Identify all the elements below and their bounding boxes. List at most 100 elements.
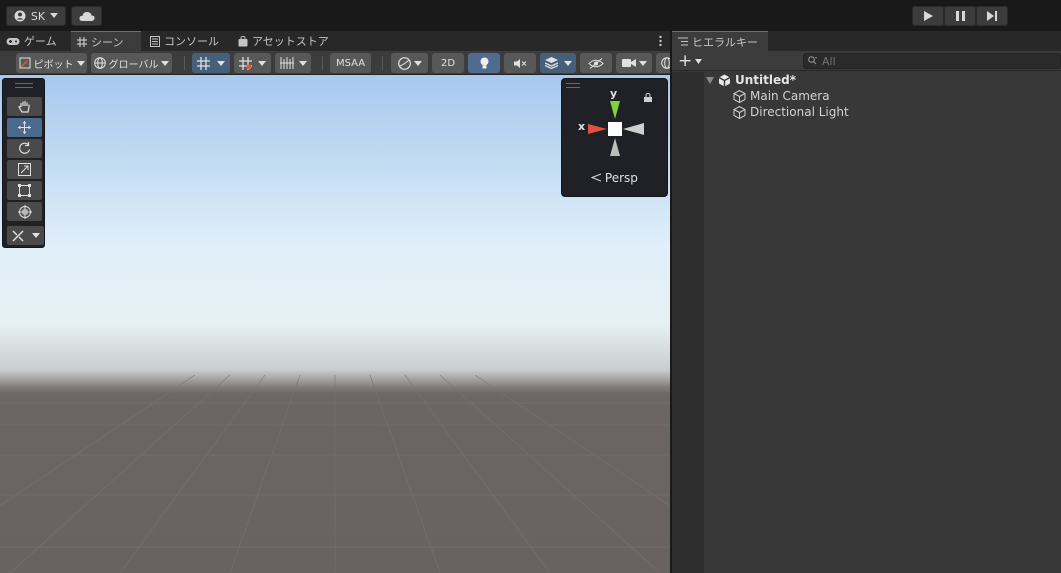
chevron-down-icon (161, 60, 170, 66)
tab-label: シーン (91, 35, 124, 49)
draw-mode-dropdown[interactable] (391, 53, 428, 73)
chevron-down-icon (563, 60, 572, 66)
increment-snap-dropdown[interactable] (234, 53, 271, 73)
ruler-grid-icon (279, 57, 294, 69)
pivot-label: ピボット (33, 59, 74, 71)
list-icon (678, 37, 688, 46)
console-icon (150, 35, 160, 47)
global-label: グローバル (108, 59, 159, 71)
center-cube (608, 122, 622, 136)
mode-2d-label: 2D (440, 57, 456, 69)
snap-grid-icon (239, 56, 252, 70)
play-button[interactable] (912, 6, 944, 26)
cloud-button[interactable] (71, 6, 102, 26)
move-arrows-icon (18, 121, 31, 134)
perspective-icon (590, 173, 602, 182)
camera-settings-dropdown[interactable] (616, 53, 652, 73)
separator (184, 56, 185, 70)
tab-game[interactable]: ゲーム (0, 31, 63, 51)
hierarchy-item-label: Directional Light (750, 105, 849, 119)
gizmos-toggle[interactable] (656, 53, 670, 73)
transform-tool-button[interactable] (7, 202, 42, 221)
globe-icon (93, 57, 106, 69)
separator (382, 56, 383, 70)
hierarchy-gutter (672, 72, 704, 573)
hierarchy-toolbar: + (672, 51, 1061, 71)
rect-tool-button[interactable] (7, 181, 42, 200)
scene-tab-bar: ゲーム シーン コンソール アセットストア (0, 31, 670, 51)
tab-asset-store[interactable]: アセットストア (232, 31, 335, 51)
chevron-down-icon (413, 60, 422, 66)
tab-scene[interactable]: シーン (71, 31, 141, 51)
camera-icon (621, 59, 636, 67)
grid-snap-icon (197, 56, 210, 70)
chevron-down-icon (76, 60, 85, 66)
unity-editor-window: SK ゲーム シーン コンソール アセットストア ピボット グローバル MSAA… (0, 0, 1061, 573)
user-icon (14, 10, 26, 22)
rotate-icon (19, 142, 31, 154)
mode-2d-toggle[interactable]: 2D (432, 53, 464, 73)
hierarchy-item-label: Main Camera (750, 89, 830, 103)
lighting-toggle[interactable] (468, 53, 500, 73)
msaa-label: MSAA (335, 57, 366, 69)
rotate-tool-button[interactable] (7, 139, 42, 158)
projection-toggle[interactable]: Persp (562, 171, 667, 185)
scene-root-row[interactable]: Untitled* (706, 72, 796, 88)
scene-view-toolbar: ピボット グローバル MSAA 2D (0, 51, 670, 75)
tab-label: コンソール (164, 35, 219, 48)
pivot-dropdown[interactable]: ピボット (16, 53, 87, 73)
eye-hidden-icon (588, 57, 604, 69)
chevron-down-icon (298, 60, 307, 66)
gameobject-cube-icon (733, 89, 746, 103)
hierarchy-search-input[interactable] (803, 53, 1061, 69)
drag-handle[interactable] (15, 83, 33, 88)
search-icon (808, 56, 817, 65)
global-dropdown[interactable]: グローバル (91, 53, 172, 73)
add-object-dropdown[interactable]: + (678, 52, 703, 70)
tab-label: アセットストア (252, 35, 329, 48)
audio-toggle[interactable] (504, 53, 536, 73)
more-options-icon[interactable] (659, 34, 662, 48)
expand-arrow-icon[interactable] (706, 76, 714, 84)
globe-icon (661, 57, 670, 69)
z-axis-cone (623, 123, 644, 135)
chevron-down-icon (638, 60, 647, 66)
play-icon (923, 11, 933, 21)
scale-icon (18, 163, 31, 176)
hierarchy-item[interactable]: Directional Light (733, 104, 849, 120)
cloud-icon (78, 11, 95, 21)
orientation-gizmo[interactable]: y x Persp (561, 78, 668, 197)
step-button[interactable] (976, 6, 1008, 26)
chevron-down-icon (217, 60, 225, 66)
speaker-muted-icon (513, 58, 526, 68)
hierarchy-panel: + Untitled* Main Camera Directional Ligh… (672, 51, 1061, 573)
pivot-icon (19, 57, 30, 69)
chevron-down-icon (32, 233, 40, 238)
bag-icon (238, 35, 248, 46)
grid-visibility-dropdown[interactable] (275, 53, 311, 73)
unity-scene-icon (718, 74, 731, 86)
wrench-cross-icon (12, 229, 24, 242)
tab-hierarchy[interactable]: ヒエラルキー (672, 31, 768, 51)
effects-dropdown[interactable] (540, 53, 576, 73)
custom-tool-dropdown[interactable] (7, 226, 44, 245)
transform-icon (17, 204, 32, 219)
move-tool-button[interactable] (7, 118, 42, 137)
tab-console[interactable]: コンソール (144, 31, 225, 51)
y-axis-cone (610, 101, 620, 119)
tab-label: ヒエラルキー (692, 35, 758, 49)
neg-y-axis-cone (610, 138, 620, 156)
scale-tool-button[interactable] (7, 160, 42, 179)
axis-cones (588, 101, 644, 156)
tab-label: ゲーム (24, 35, 57, 48)
hand-tool-button[interactable] (7, 97, 42, 116)
grid-snap-toggle[interactable] (192, 53, 230, 73)
separator (322, 56, 323, 70)
pause-button[interactable] (944, 6, 976, 26)
hierarchy-tab-bar: ヒエラルキー (672, 31, 1061, 51)
msaa-button[interactable]: MSAA (330, 53, 371, 73)
hierarchy-item[interactable]: Main Camera (733, 88, 830, 104)
scene-visibility-toggle[interactable] (580, 53, 612, 73)
account-dropdown[interactable]: SK (6, 6, 66, 26)
gamepad-icon (6, 37, 20, 45)
